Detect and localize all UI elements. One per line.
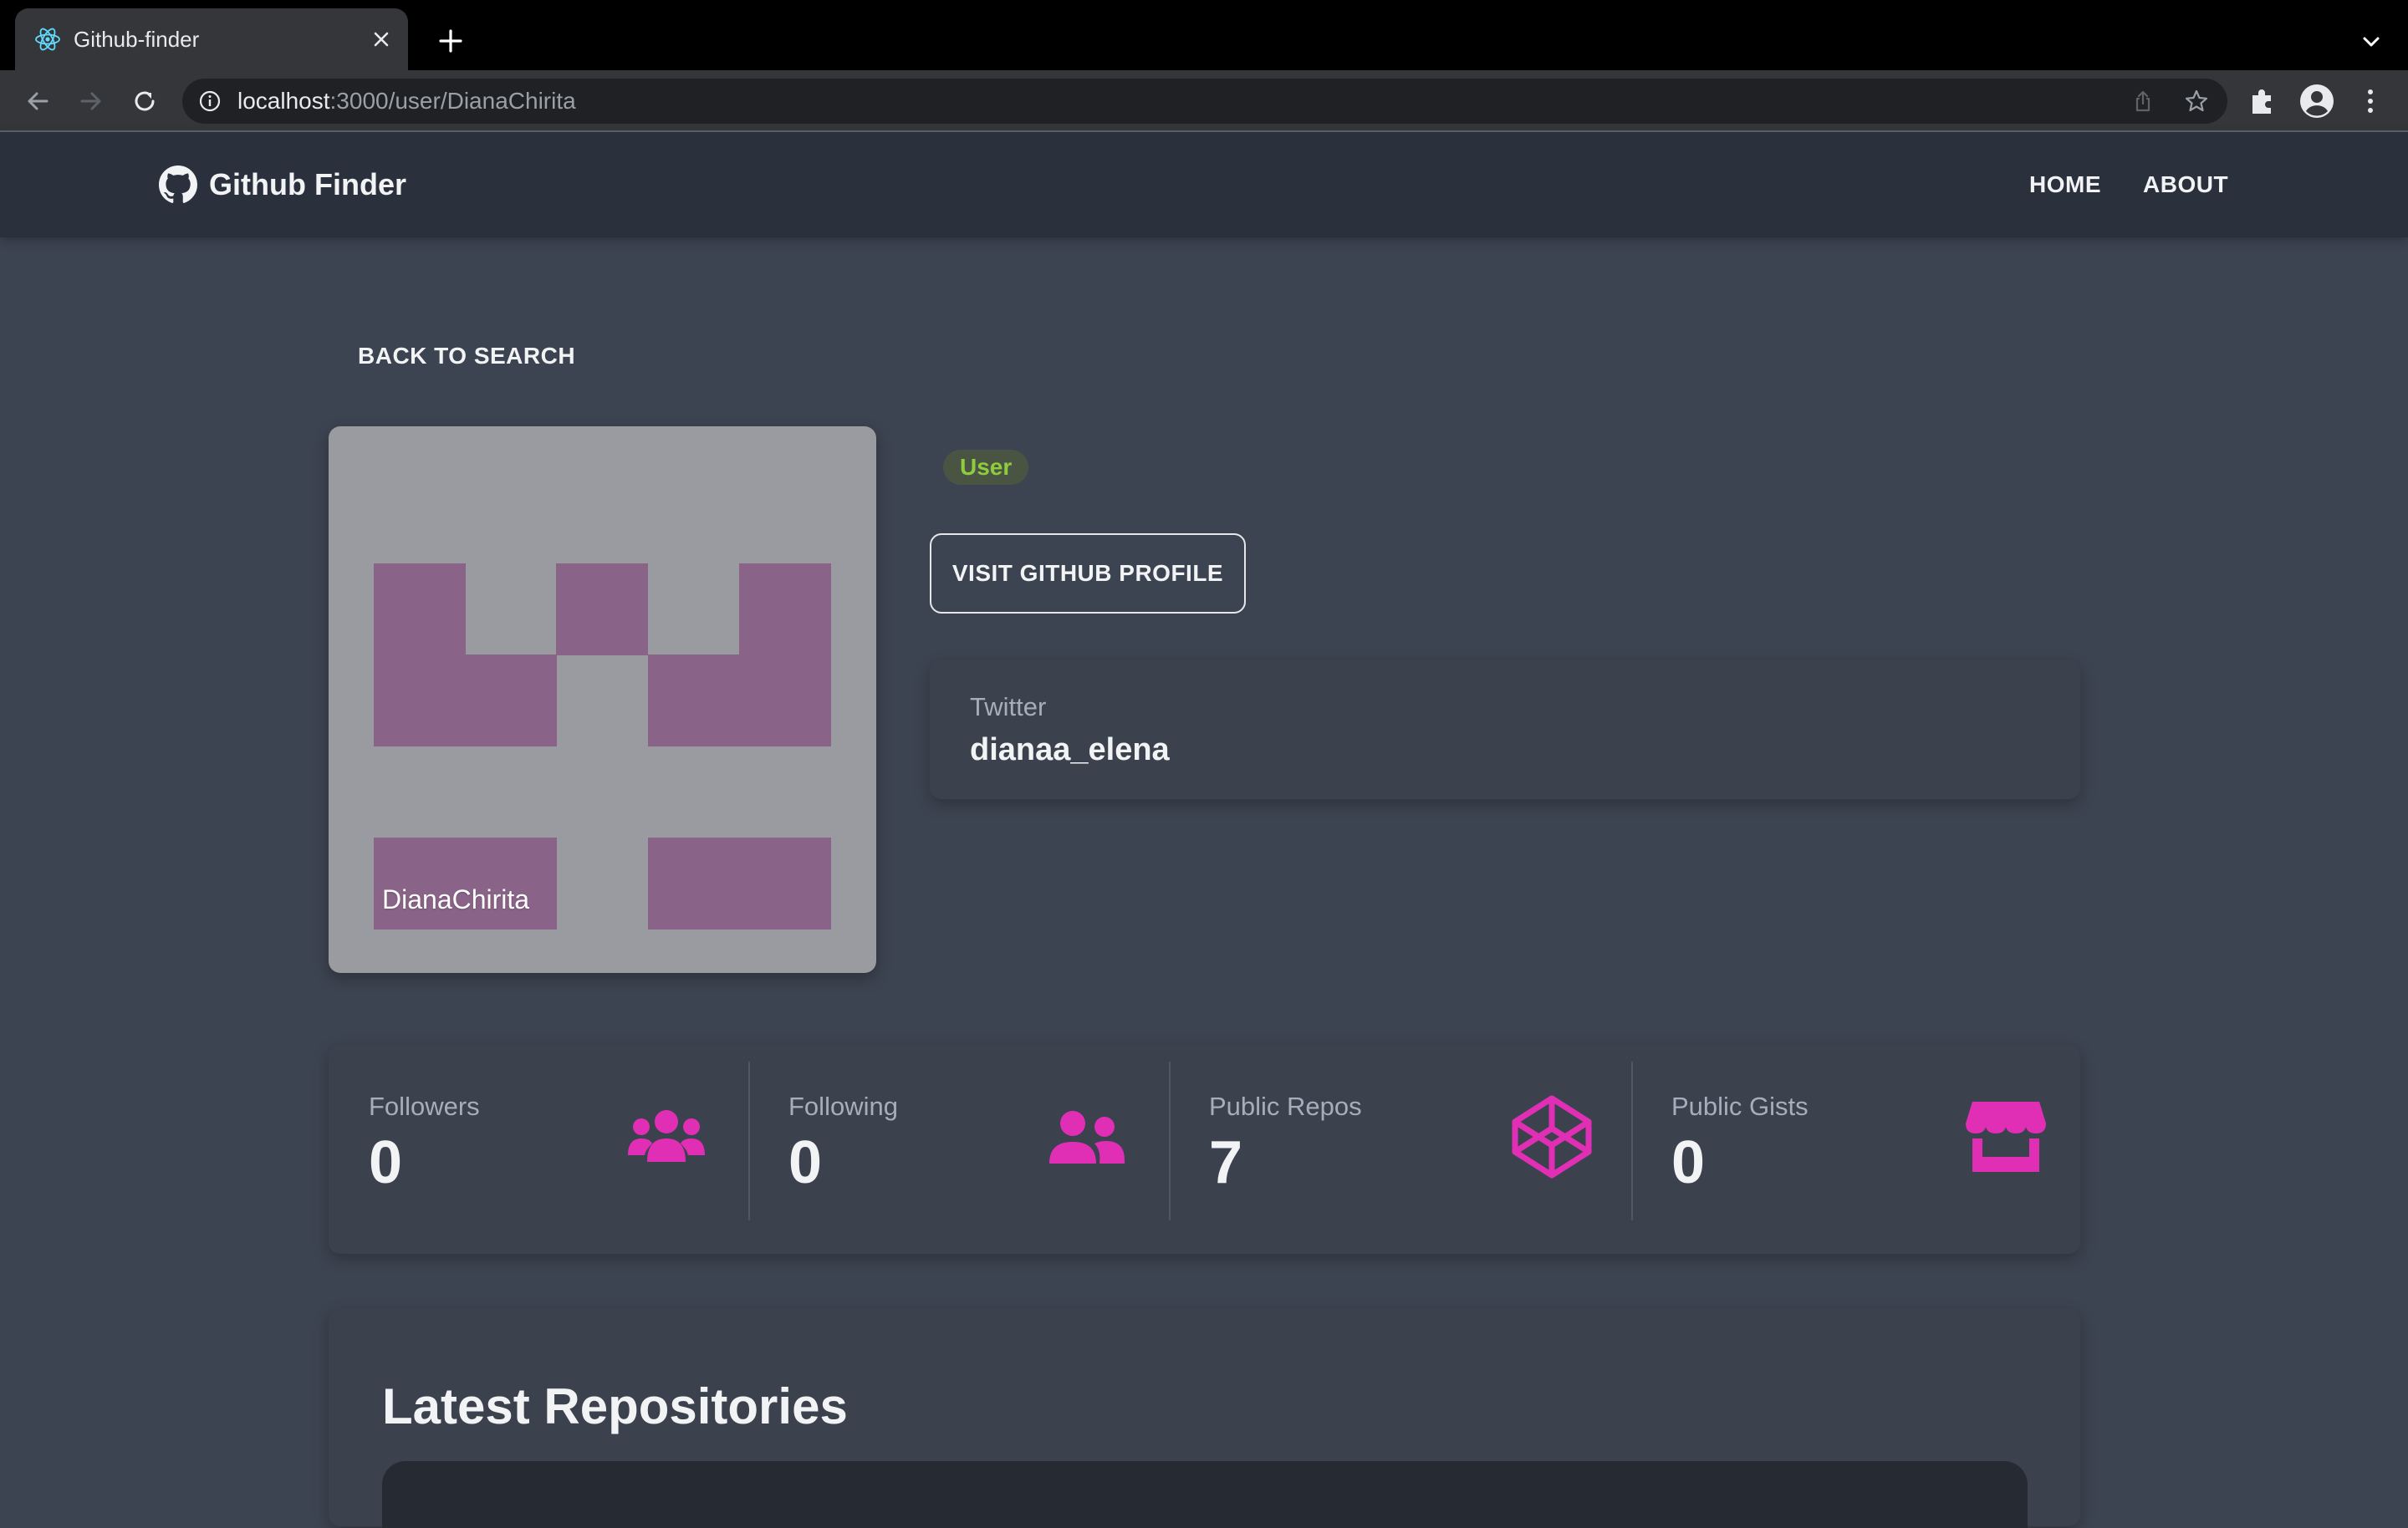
store-icon xyxy=(1966,1102,2046,1172)
address-bar[interactable]: localhost:3000/user/DianaChirita xyxy=(182,79,2227,124)
user-friends-icon xyxy=(1049,1111,1125,1164)
stat-value: 0 xyxy=(1671,1129,1706,1196)
kebab-menu-icon[interactable] xyxy=(2353,84,2388,119)
twitter-label: Twitter xyxy=(970,692,1047,721)
stat-title: Public Repos xyxy=(1209,1092,1362,1121)
brand-title: Github Finder xyxy=(209,167,406,201)
stat-followers: Followers 0 xyxy=(329,1045,748,1254)
stat-value: 0 xyxy=(788,1129,823,1196)
extensions-puzzle-icon[interactable] xyxy=(2246,84,2281,119)
back-to-search-link[interactable]: BACK TO SEARCH xyxy=(358,343,575,369)
nav-about-link[interactable]: ABOUT xyxy=(2143,132,2228,237)
repo-item[interactable] xyxy=(382,1461,2028,1528)
back-arrow-icon[interactable] xyxy=(22,85,54,117)
info-icon[interactable] xyxy=(197,89,222,114)
browser-tab[interactable]: Github-finder xyxy=(15,8,408,70)
share-icon[interactable] xyxy=(2130,89,2155,114)
browser-toolbar: localhost:3000/user/DianaChirita xyxy=(0,70,2408,132)
stats-card: Followers 0 Following 0 Public Repos 7 P… xyxy=(329,1045,2080,1254)
nav-home-link[interactable]: HOME xyxy=(2029,132,2101,237)
profile-avatar-icon[interactable] xyxy=(2299,84,2334,119)
github-icon xyxy=(159,166,197,203)
browser-tabstrip: Github-finder xyxy=(0,0,2408,70)
brand-link[interactable]: Github Finder xyxy=(159,132,406,237)
app-navbar: Github Finder HOME ABOUT xyxy=(0,132,2408,237)
latest-repositories-card: Latest Repositories xyxy=(329,1309,2080,1528)
stat-title: Followers xyxy=(369,1092,480,1121)
stat-public-gists: Public Gists 0 xyxy=(1631,1045,2080,1254)
stat-value: 7 xyxy=(1209,1129,1243,1196)
forward-arrow-icon[interactable] xyxy=(75,85,107,117)
repos-section-title: Latest Repositories xyxy=(382,1378,848,1434)
codepen-icon xyxy=(1512,1095,1592,1179)
new-tab-plus-icon[interactable] xyxy=(435,25,467,57)
star-icon[interactable] xyxy=(2184,89,2209,114)
avatar-login-name: DianaChirita xyxy=(382,884,530,914)
stat-title: Following xyxy=(788,1092,898,1121)
twitter-card: Twitter dianaa_elena xyxy=(930,660,2080,799)
close-icon[interactable] xyxy=(368,26,395,53)
url-path: :3000/user/DianaChirita xyxy=(329,88,576,114)
tab-title: Github-finder xyxy=(74,27,200,52)
reload-icon[interactable] xyxy=(129,85,161,117)
url-host: localhost xyxy=(237,88,330,114)
chevron-down-icon[interactable] xyxy=(2358,28,2385,55)
users-icon xyxy=(628,1110,705,1162)
react-favicon-icon xyxy=(35,28,60,51)
twitter-handle-link[interactable]: dianaa_elena xyxy=(970,732,1170,768)
url-text: localhost:3000/user/DianaChirita xyxy=(237,79,576,124)
stat-value: 0 xyxy=(369,1129,403,1196)
avatar-card: DianaChirita xyxy=(329,426,876,973)
stat-title: Public Gists xyxy=(1671,1092,1809,1121)
stat-following: Following 0 xyxy=(748,1045,1169,1254)
visit-github-profile-button[interactable]: VISIT GITHUB PROFILE xyxy=(930,533,1246,614)
user-type-badge: User xyxy=(943,450,1029,485)
stat-public-repos: Public Repos 7 xyxy=(1169,1045,1631,1254)
